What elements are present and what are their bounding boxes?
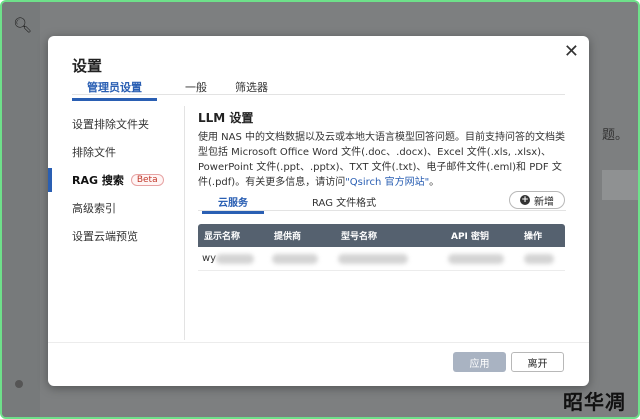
column-header-model-name: 型号名称: [341, 232, 378, 242]
tab-filters[interactable]: 筛选器: [235, 76, 268, 101]
sidebar-item-label: RAG 搜索: [72, 174, 124, 187]
redacted-cell: [216, 254, 254, 264]
redacted-cell: [448, 254, 504, 264]
sidebar-item-advanced-index[interactable]: 高级索引: [48, 194, 184, 222]
settings-dialog: 设置 ✕ 管理员设置 一般 筛选器 设置排除文件夹 排除文件 RAG 搜索 Be…: [48, 36, 589, 386]
redacted-cell: [338, 254, 408, 264]
tab-admin-settings[interactable]: 管理员设置: [72, 76, 157, 101]
watermark: 昭华凋: [563, 390, 626, 414]
redacted-cell: [272, 254, 318, 264]
screenshot-frame: 🔍︎ 题。 设置 ✕ 管理员设置 一般 筛选器 设置排除文件夹 排除文件 RAG…: [0, 0, 640, 419]
settings-tabs: 管理员设置 一般 筛选器: [72, 76, 296, 101]
background-partial-text: 题。: [601, 128, 628, 143]
section-description: 使用 NAS 中的文档数据以及云或本地大语言模型回答问题。目前支持问答的文档类型…: [198, 130, 568, 190]
settings-sidebar: 设置排除文件夹 排除文件 RAG 搜索 Beta 高级索引 设置云端预览: [48, 110, 184, 250]
tab-general[interactable]: 一般: [185, 76, 207, 101]
tab-rag-file-format[interactable]: RAG 文件格式: [312, 194, 376, 209]
background-sidebar: [2, 2, 40, 417]
table-header: 显示名称 提供商 型号名称 API 密钥 操作: [198, 224, 565, 247]
redacted-cell: [524, 254, 554, 264]
column-header-api-key: API 密钥: [451, 232, 490, 242]
column-header-provider: 提供商: [274, 232, 302, 242]
sidebar-item-rag-search[interactable]: RAG 搜索 Beta: [48, 166, 184, 194]
description-tail: 。: [429, 177, 440, 188]
background-panel: [602, 170, 638, 200]
plus-circle-icon: +: [520, 195, 530, 205]
background-dot-icon: [15, 380, 23, 388]
column-header-actions: 操作: [524, 232, 543, 242]
sidebar-item-label: 设置排除文件夹: [72, 118, 149, 131]
sidebar-divider: [184, 106, 185, 340]
column-header-display-name: 显示名称: [204, 232, 241, 242]
sidebar-item-label: 设置云端预览: [72, 230, 138, 243]
sidebar-item-exclude-files[interactable]: 排除文件: [48, 138, 184, 166]
tab-cloud-service[interactable]: 云服务: [202, 194, 264, 214]
sidebar-item-exclude-folders[interactable]: 设置排除文件夹: [48, 110, 184, 138]
tabs-divider: [72, 94, 565, 95]
apply-button[interactable]: 应用: [453, 352, 506, 372]
sidebar-item-label: 排除文件: [72, 146, 116, 159]
close-icon[interactable]: ✕: [564, 41, 579, 62]
llm-table: 显示名称 提供商 型号名称 API 密钥 操作 wy: [198, 224, 565, 271]
cell-display-name: wy: [202, 253, 217, 264]
leave-button[interactable]: 离开: [511, 352, 564, 372]
footer-divider: [48, 342, 589, 343]
table-row[interactable]: wy: [198, 247, 565, 271]
search-icon[interactable]: 🔍︎: [13, 16, 32, 34]
dialog-title: 设置: [72, 57, 103, 75]
add-button[interactable]: + 新增: [509, 191, 565, 209]
beta-badge: Beta: [130, 174, 164, 186]
sidebar-item-cloud-preview[interactable]: 设置云端预览: [48, 222, 184, 250]
qsirch-website-link[interactable]: "Qsirch 官方网站": [345, 177, 429, 188]
sidebar-item-label: 高级索引: [72, 202, 116, 215]
add-button-label: 新增: [534, 196, 554, 208]
section-title: LLM 设置: [198, 111, 254, 125]
llm-settings-section: LLM 设置 使用 NAS 中的文档数据以及云或本地大语言模型回答问题。目前支持…: [198, 109, 568, 190]
